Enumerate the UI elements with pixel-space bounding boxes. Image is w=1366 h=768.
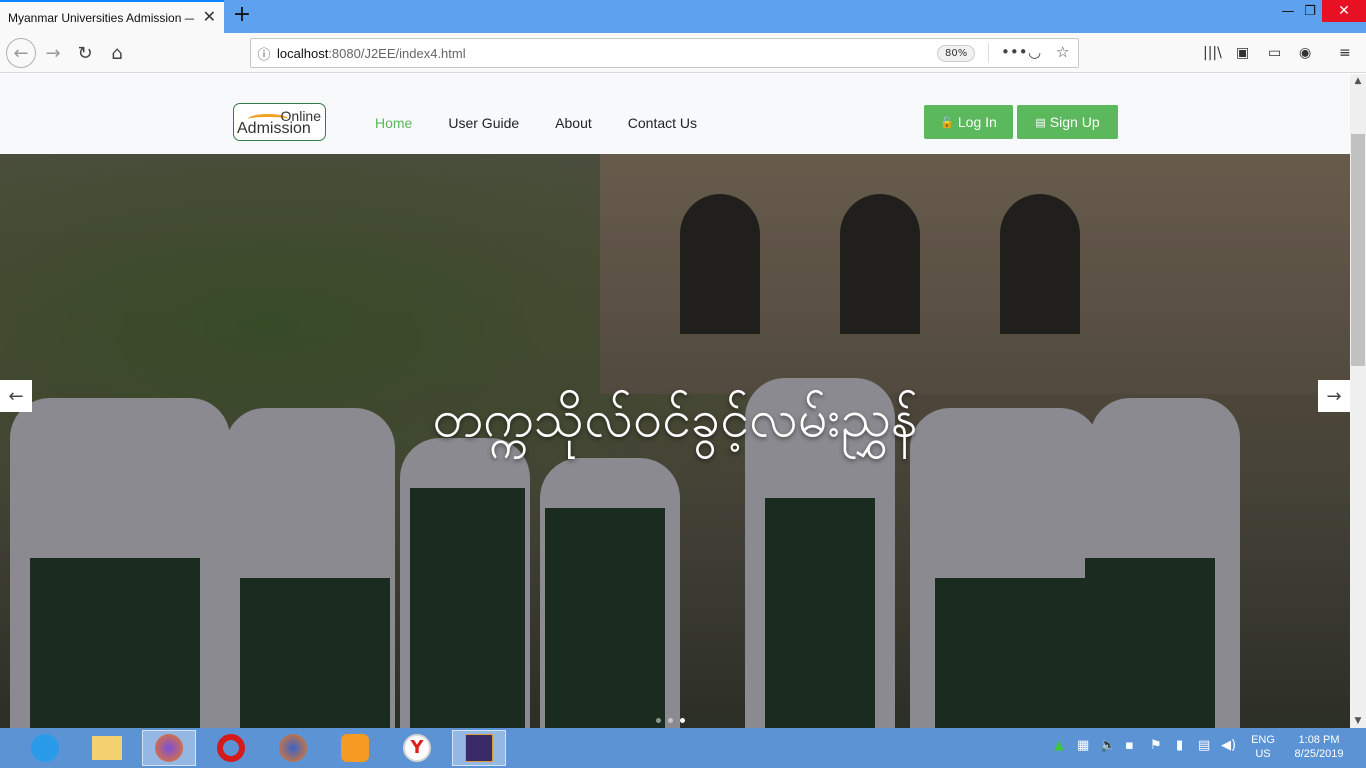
login-label: Log In bbox=[957, 114, 997, 130]
scroll-up-icon[interactable]: ▲ bbox=[1350, 76, 1366, 86]
signup-button[interactable]: ▤ Sign Up bbox=[1017, 105, 1118, 139]
opera-logo-icon bbox=[217, 734, 245, 762]
screen: { "browser": { "tab_title": "Myanmar Uni… bbox=[0, 0, 1366, 768]
nav-user-guide[interactable]: User Guide bbox=[448, 115, 519, 131]
page-actions-icon[interactable]: ••• bbox=[1001, 43, 1028, 61]
page-scrollbar[interactable]: ▲ ▼ bbox=[1350, 74, 1366, 728]
logo-admission-text: Admission bbox=[237, 120, 311, 137]
home-icon[interactable]: ⌂ bbox=[104, 40, 130, 66]
carousel-indicators bbox=[656, 718, 685, 723]
carousel-next-arrow-icon[interactable]: → bbox=[1318, 380, 1350, 412]
browser-tab[interactable]: Myanmar Universities Admission — W ✕ bbox=[0, 0, 224, 33]
tray-app-icon[interactable]: ▲ bbox=[1054, 738, 1064, 753]
hamburger-menu-icon[interactable]: ≡ bbox=[1339, 45, 1351, 61]
windows-taskbar: Y ▲ ▦ 🔈 ▪ ⚑ ▮ ▤ ◀) ENG US 1:08 PM 8/25/2… bbox=[0, 728, 1366, 768]
web-page: Online Admission Home User Guide About C… bbox=[0, 74, 1350, 728]
yandex-browser-icon[interactable]: Y bbox=[390, 730, 444, 766]
signup-label: Sign Up bbox=[1049, 114, 1100, 130]
firefox-alt-icon[interactable] bbox=[266, 730, 320, 766]
hero-carousel: တက္ကသိုလ်ဝင်ခွင့်လမ်းညွှန် ← → bbox=[0, 154, 1350, 728]
eclipse-logo-icon bbox=[465, 734, 493, 762]
carousel-dot[interactable] bbox=[668, 718, 673, 723]
java-ee-ide-icon[interactable] bbox=[452, 730, 506, 766]
account-icon[interactable]: ◉ bbox=[1299, 45, 1311, 61]
bookmark-star-icon[interactable]: ☆ bbox=[1056, 43, 1069, 61]
tab-title: Myanmar Universities Admission — W bbox=[8, 10, 194, 25]
opera-icon[interactable] bbox=[204, 730, 258, 766]
divider bbox=[988, 43, 989, 63]
file-explorer-icon[interactable] bbox=[80, 730, 134, 766]
browser-toolbar: ← → ↻ ⌂ ⓘ localhost:8080/J2EE/index4.htm… bbox=[0, 33, 1366, 73]
clock-time: 1:08 PM bbox=[1298, 734, 1340, 746]
document-icon: ▤ bbox=[1035, 116, 1046, 129]
scrollbar-thumb[interactable] bbox=[1351, 134, 1365, 366]
site-info-icon[interactable]: ⓘ bbox=[251, 44, 277, 63]
battery-icon[interactable]: ▮ bbox=[1176, 738, 1183, 753]
pocket-icon[interactable]: ◡ bbox=[1028, 43, 1041, 61]
forward-icon[interactable]: → bbox=[40, 40, 66, 66]
internet-explorer-icon[interactable] bbox=[18, 730, 72, 766]
close-tab-icon[interactable]: ✕ bbox=[203, 9, 216, 25]
carousel-prev-arrow-icon[interactable]: ← bbox=[0, 380, 32, 412]
volume-icon[interactable]: 🔈 bbox=[1100, 738, 1116, 753]
restore-window-icon[interactable]: ❐ bbox=[1298, 0, 1322, 22]
system-clock[interactable]: 1:08 PM 8/25/2019 bbox=[1289, 733, 1349, 761]
network-icon[interactable]: ▤ bbox=[1198, 738, 1210, 753]
new-tab-icon[interactable]: + bbox=[230, 3, 254, 27]
main-nav: Home User Guide About Contact Us bbox=[375, 115, 697, 131]
firefox-taskbar-icon[interactable] bbox=[142, 730, 196, 766]
firefox-logo-icon bbox=[155, 734, 183, 762]
uc-logo-icon bbox=[341, 734, 369, 762]
folder-icon bbox=[92, 736, 122, 760]
url-text[interactable]: localhost:8080/J2EE/index4.html bbox=[277, 46, 466, 61]
lang-region: US bbox=[1255, 748, 1271, 760]
site-logo[interactable]: Online Admission bbox=[233, 103, 326, 141]
back-icon[interactable]: ← bbox=[6, 38, 36, 68]
reload-icon[interactable]: ↻ bbox=[72, 40, 98, 66]
address-bar[interactable]: ⓘ localhost:8080/J2EE/index4.html 80% ••… bbox=[250, 38, 1079, 68]
nav-about[interactable]: About bbox=[555, 115, 592, 131]
carousel-dot[interactable] bbox=[680, 718, 685, 723]
firefox-logo-icon bbox=[279, 734, 307, 762]
screenshot-icon[interactable]: ▭ bbox=[1268, 45, 1281, 61]
close-window-icon[interactable]: ✕ bbox=[1322, 0, 1366, 22]
nav-contact-us[interactable]: Contact Us bbox=[628, 115, 697, 131]
library-icon[interactable]: |||\ bbox=[1203, 45, 1222, 61]
login-button[interactable]: 🔓 Log In bbox=[924, 105, 1013, 139]
input-language[interactable]: ENG US bbox=[1249, 733, 1277, 761]
lock-icon: 🔓 bbox=[940, 116, 954, 129]
speaker-icon[interactable]: ◀) bbox=[1221, 738, 1236, 753]
sidebar-icon[interactable]: ▣ bbox=[1236, 45, 1249, 61]
browser-tab-strip: Myanmar Universities Admission — W ✕ + —… bbox=[0, 0, 1366, 33]
url-path: :8080/J2EE/index4.html bbox=[328, 45, 466, 61]
uc-browser-icon[interactable] bbox=[328, 730, 382, 766]
tray-app-icon[interactable]: ▪ bbox=[1125, 738, 1134, 753]
minimize-window-icon[interactable]: — bbox=[1276, 0, 1300, 22]
yandex-logo-icon: Y bbox=[403, 734, 431, 762]
tray-app-icon[interactable]: ▦ bbox=[1077, 738, 1089, 753]
zoom-indicator[interactable]: 80% bbox=[937, 45, 976, 62]
ie-logo-icon bbox=[31, 734, 59, 762]
lang-code: ENG bbox=[1251, 734, 1275, 746]
site-header: Online Admission Home User Guide About C… bbox=[0, 74, 1350, 154]
scroll-down-icon[interactable]: ▼ bbox=[1350, 716, 1366, 726]
action-center-icon[interactable]: ⚑ bbox=[1150, 738, 1162, 753]
hero-caption: တက္ကသိုလ်ဝင်ခွင့်လမ်းညွှန် bbox=[432, 389, 918, 449]
nav-home[interactable]: Home bbox=[375, 115, 412, 131]
carousel-dot[interactable] bbox=[656, 718, 661, 723]
clock-date: 8/25/2019 bbox=[1294, 748, 1344, 760]
url-host: localhost bbox=[277, 45, 329, 61]
